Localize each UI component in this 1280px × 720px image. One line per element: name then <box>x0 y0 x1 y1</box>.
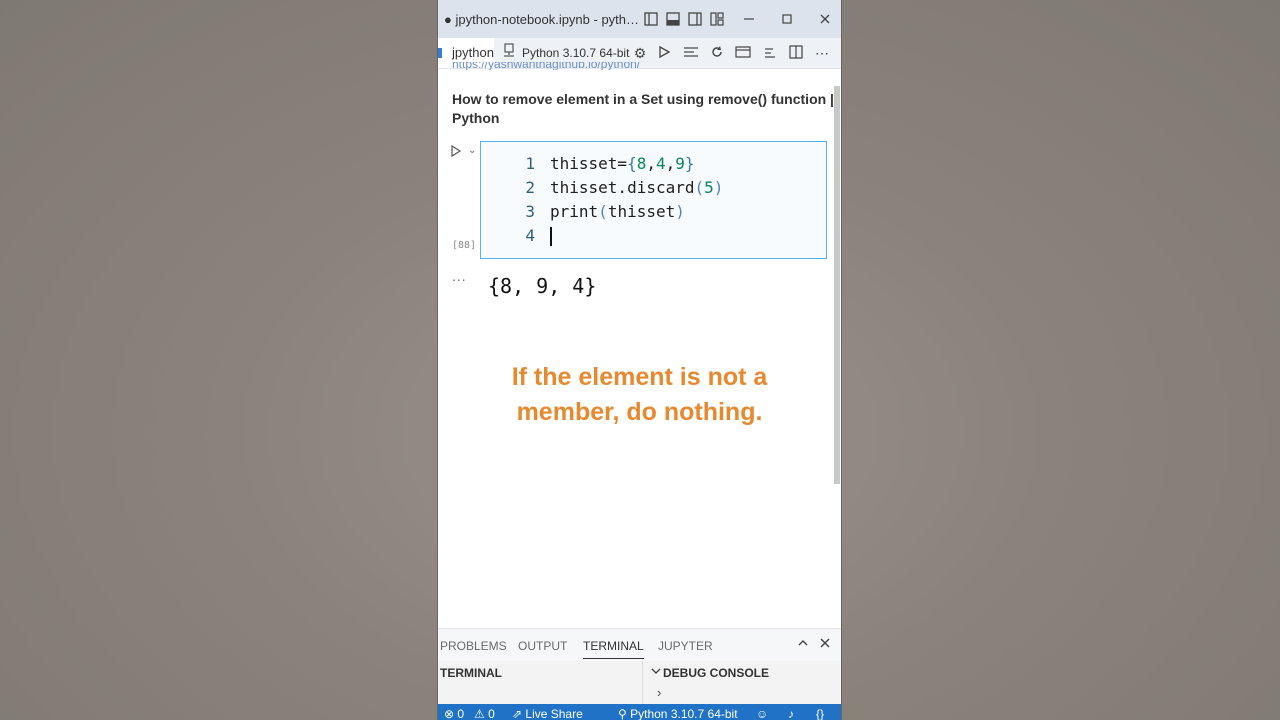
toggle-secondary-sidebar-icon[interactable] <box>688 12 702 26</box>
cell-output: {8, 9, 4} <box>488 274 597 298</box>
variables-icon[interactable] <box>735 45 751 61</box>
live-share-label: Live Share <box>525 707 583 720</box>
execution-count: [88] <box>452 240 477 251</box>
kernel-status-icon: ⚲ <box>618 707 631 720</box>
vscode-window: ● jpython-notebook.ipynb - python... jpy… <box>438 0 841 720</box>
tab-output[interactable]: OUTPUT <box>518 639 567 653</box>
line-number: 3 <box>525 202 535 221</box>
scrollbar[interactable] <box>834 86 840 484</box>
output-menu-icon[interactable]: ... <box>452 268 467 284</box>
window-title: ● jpython-notebook.ipynb - python... <box>444 11 644 27</box>
minimize-icon[interactable] <box>742 12 756 26</box>
feedback-icon[interactable]: ☺ <box>756 704 768 720</box>
status-bar: ⊗ 0 ⚠ 0 ⇗ Live Share ⚲ Python 3.10.7 64-… <box>438 704 841 720</box>
markdown-link[interactable]: https://yashwanthagithub.io/python/ <box>452 62 640 70</box>
split-editor-icon[interactable] <box>788 45 804 61</box>
customize-layout-icon[interactable] <box>710 12 724 26</box>
code-text: thisset.discard(5) <box>550 178 724 197</box>
chevron-down-icon[interactable] <box>651 666 661 679</box>
bell-icon[interactable]: ♪ <box>788 704 794 720</box>
status-kernel-label: Python 3.10.7 64-bit <box>630 707 738 720</box>
cell-run-controls: ⌄ <box>450 144 476 160</box>
status-kernel[interactable]: ⚲ Python 3.10.7 64-bit <box>618 704 738 720</box>
debug-console-title: DEBUG CONSOLE <box>663 666 770 680</box>
tab-problems[interactable]: PROBLEMS <box>440 639 507 653</box>
terminal-pane[interactable]: TERMINAL <box>438 661 643 705</box>
run-cell-icon[interactable] <box>450 144 464 158</box>
gear-icon[interactable]: ⚙ <box>632 45 648 61</box>
title-bar: ● jpython-notebook.ipynb - python... <box>438 0 841 38</box>
live-share-icon: ⇗ <box>512 707 526 720</box>
close-panel-icon[interactable] <box>818 637 832 651</box>
line-number: 4 <box>525 226 535 245</box>
maximize-panel-icon[interactable] <box>796 637 810 651</box>
kernel-label: Python 3.10.7 64-bit <box>522 46 630 60</box>
code-text: print(thisset) <box>550 202 685 221</box>
tab-terminal[interactable]: TERMINAL <box>583 639 644 659</box>
code-text: thisset={8,4,9} <box>550 154 695 173</box>
code-line[interactable]: 1 thisset={8,4,9} <box>481 152 826 176</box>
export-icon[interactable] <box>762 45 778 61</box>
restart-icon[interactable] <box>709 45 725 61</box>
code-cell[interactable]: 1 thisset={8,4,9} 2 thisset.discard(5) 3 prin… <box>480 141 827 259</box>
markdown-heading: How to remove element in a Set using rem… <box>452 91 834 126</box>
console-prompt-icon[interactable]: › <box>657 685 661 700</box>
terminal-pane-title: TERMINAL <box>440 666 502 680</box>
editor-tab-label: jpython <box>452 45 494 60</box>
live-share-button[interactable]: ⇗ Live Share <box>512 704 583 720</box>
toggle-panel-icon[interactable] <box>666 12 680 26</box>
close-window-icon[interactable] <box>818 12 832 26</box>
overlay-caption: If the element is not a member, do nothi… <box>438 360 841 430</box>
line-number: 1 <box>525 154 535 173</box>
chevron-down-icon[interactable]: ⌄ <box>468 144 478 158</box>
panel-tabs: PROBLEMS OUTPUT TERMINAL JUPYTER <box>438 628 841 661</box>
toggle-sidebar-icon[interactable] <box>644 12 658 26</box>
debug-console-pane[interactable]: DEBUG CONSOLE › <box>643 661 841 705</box>
notebook-file-icon <box>438 48 442 58</box>
line-number: 2 <box>525 178 535 197</box>
run-all-icon[interactable] <box>656 45 672 61</box>
more-actions-icon[interactable]: ⋯ <box>814 45 830 61</box>
status-errors[interactable]: ⊗ 0 <box>444 704 464 720</box>
caption-line-1: If the element is not a <box>511 363 768 391</box>
text-cursor <box>550 227 552 246</box>
outline-icon[interactable] <box>683 45 699 61</box>
code-line[interactable]: 4 <box>481 224 826 248</box>
status-warnings[interactable]: ⚠ 0 <box>474 704 495 720</box>
code-line[interactable]: 2 thisset.discard(5) <box>481 176 826 200</box>
braces-icon[interactable]: {} <box>816 704 824 720</box>
panel-body: TERMINAL DEBUG CONSOLE › <box>438 661 841 705</box>
caption-line-2: member, do nothing. <box>516 398 763 426</box>
tab-jupyter[interactable]: JUPYTER <box>658 639 713 653</box>
code-line[interactable]: 3 print(thisset) <box>481 200 826 224</box>
maximize-icon[interactable] <box>780 12 794 26</box>
